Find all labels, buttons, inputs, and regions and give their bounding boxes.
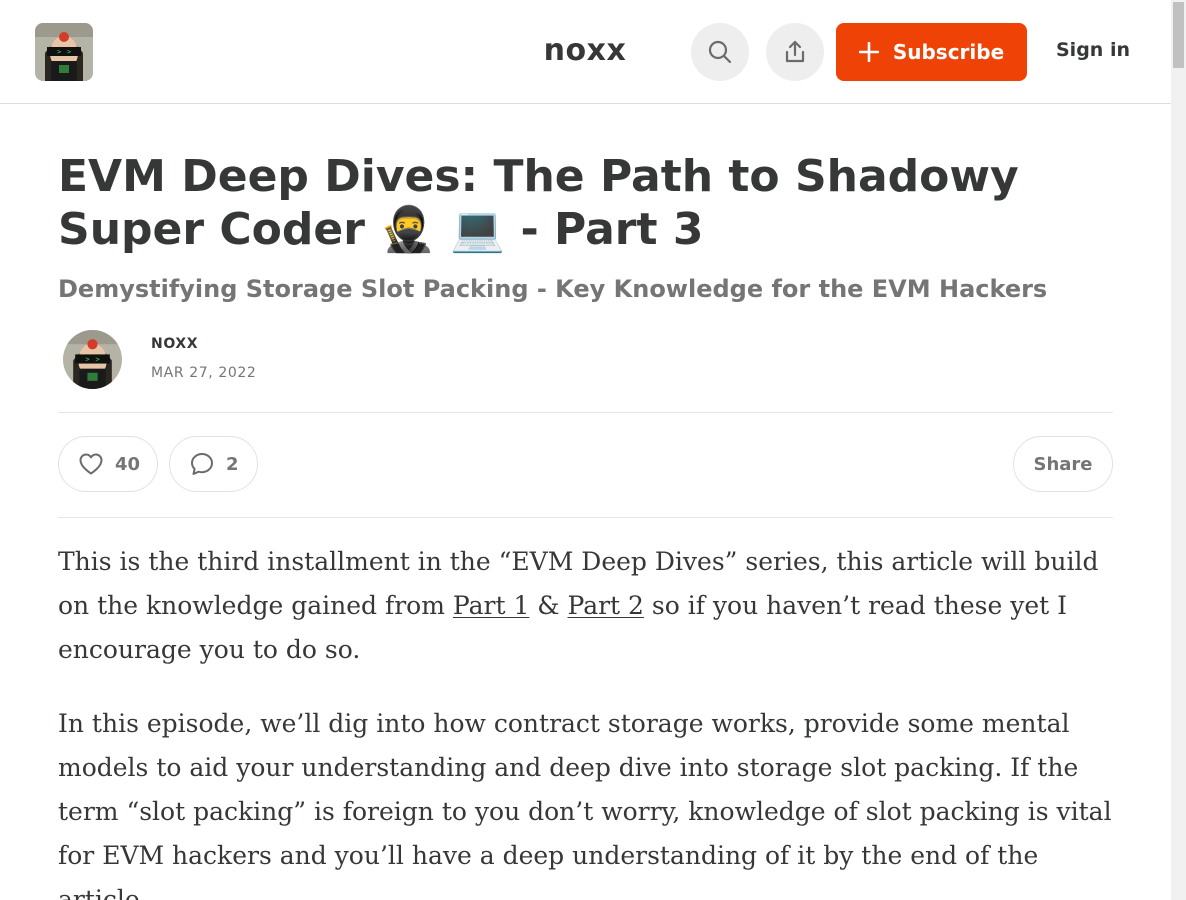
- ninja-avatar-icon: > >: [35, 23, 93, 81]
- body-paragraph: In this episode, we’ll dig into how cont…: [58, 709, 1112, 900]
- author-avatar[interactable]: > >: [63, 330, 122, 389]
- divider: [58, 517, 1113, 518]
- comments-button[interactable]: 2: [169, 436, 258, 492]
- part-2-link[interactable]: Part 2: [568, 591, 644, 620]
- scrollbar-thumb[interactable]: [1173, 2, 1184, 68]
- ninja-avatar-icon: > >: [63, 330, 122, 389]
- publication-name[interactable]: noxx: [500, 33, 670, 68]
- search-button[interactable]: [691, 23, 749, 81]
- like-button[interactable]: 40: [58, 436, 158, 492]
- share-button[interactable]: Share: [1013, 436, 1113, 492]
- comment-bubble-icon: [191, 453, 213, 475]
- svg-text:>: >: [67, 48, 71, 56]
- post-date: MAR 27, 2022: [151, 365, 257, 381]
- body-paragraph: This is the third installment in the “EV…: [58, 540, 1118, 672]
- like-count: 40: [115, 453, 141, 475]
- scrollbar-track[interactable]: [1171, 0, 1186, 900]
- subscribe-button[interactable]: Subscribe: [836, 23, 1027, 81]
- divider: [58, 412, 1113, 413]
- comment-count: 2: [226, 453, 239, 475]
- post-title: EVM Deep Dives: The Path to Shadowy Supe…: [58, 151, 1019, 255]
- share-upload-button[interactable]: [766, 23, 824, 81]
- plus-icon: [858, 42, 879, 62]
- subscribe-label: Subscribe: [892, 40, 1005, 64]
- publication-logo[interactable]: > >: [35, 23, 93, 81]
- author-name[interactable]: NOXX: [151, 336, 198, 352]
- upload-share-icon: [785, 40, 805, 63]
- paragraph-text: &: [529, 591, 568, 620]
- sign-in-link[interactable]: Sign in: [1056, 39, 1130, 61]
- svg-text:>: >: [96, 355, 100, 364]
- heart-icon: [79, 453, 103, 475]
- svg-text:>: >: [57, 48, 61, 56]
- post-subtitle: Demystifying Storage Slot Packing - Key …: [58, 275, 1048, 303]
- svg-text:>: >: [85, 355, 89, 364]
- part-1-link[interactable]: Part 1: [453, 591, 529, 620]
- site-header: > > noxx Subscribe Sign in: [0, 0, 1171, 104]
- search-icon: [708, 40, 732, 64]
